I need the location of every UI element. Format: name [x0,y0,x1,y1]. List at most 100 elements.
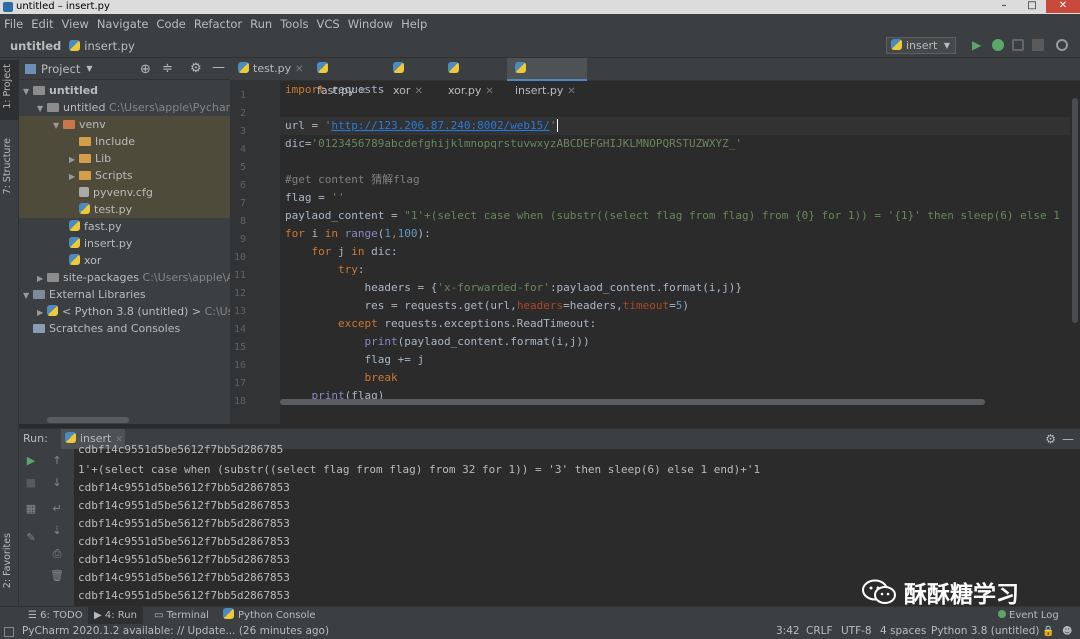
tab-todo[interactable]: ☰ 6: TODO [28,607,83,624]
run-config-select[interactable]: insert ▼ [886,37,956,54]
tree-item-venv[interactable]: ▼ venv [19,116,230,133]
code-line[interactable]: break [285,369,397,387]
menu-help[interactable]: Help [397,17,431,31]
close-icon[interactable]: ✕ [295,64,303,75]
indent-setting[interactable]: 4 spaces [880,624,926,639]
tab-test-py[interactable]: test.py ✕ [230,58,305,81]
tree-item-python-sdk[interactable]: ▶ < Python 3.8 (untitled) > C:\Users [19,303,230,320]
stop-icon[interactable]: ■ [24,476,38,490]
code-line[interactable]: headers = {'x-forwarded-for':paylaod_con… [285,279,742,297]
file-encoding[interactable]: UTF-8 [841,624,872,639]
code-line[interactable]: res = requests.get(url,headers=headers,t… [285,297,689,315]
trash-icon[interactable]: 🗑 [50,569,64,583]
line-separator[interactable]: CRLF [806,624,833,639]
tab-run[interactable]: ▶ 4: Run [88,607,143,624]
tab-terminal[interactable]: ▭ Terminal [154,607,209,624]
breadcrumb-project[interactable]: untitled [10,39,61,53]
gear-icon[interactable]: ⚙ [190,61,202,76]
tab-xor[interactable]: xor ✕ [385,58,437,97]
menu-view[interactable]: View [58,17,93,31]
code-line[interactable]: for j in dic: [285,243,398,261]
editor-horizontal-scrollbar[interactable] [280,399,985,405]
code-line[interactable]: import requests [285,81,384,99]
tab-fast-py[interactable]: fast.py ✕ [309,58,382,97]
menu-vcs[interactable]: VCS [313,17,344,31]
tree-item-pyvenv-cfg[interactable]: pyvenv.cfg [19,184,230,201]
tool-windows-icon[interactable] [4,627,14,637]
search-icon[interactable] [1056,39,1068,51]
python-interpreter[interactable]: Python 3.8 (untitled) [931,624,1039,639]
tree-item-lib[interactable]: ▶ Lib [19,150,230,167]
code-comment[interactable]: #get content 猜解flag [285,171,420,189]
hide-panel-icon[interactable]: — [212,60,225,75]
structure-tool-tab[interactable]: 7: Structure [2,138,13,194]
breadcrumb-file[interactable]: insert.py [69,39,135,53]
locate-icon[interactable]: ⊕ [140,62,151,77]
code-line[interactable]: paylaod_content = "1'+(select case when … [285,207,1075,225]
lock-icon[interactable]: 🔒 [1042,624,1054,639]
code-line[interactable]: print(paylaod_content.format(i,j)) [285,333,589,351]
code-line[interactable]: flag += j [285,351,424,369]
tab-python-console[interactable]: Python Console [223,607,316,624]
code-line[interactable]: for i in range(1,100): [285,225,431,243]
scroll-down-icon[interactable]: ↓ [50,476,64,490]
tree-item-insert-py[interactable]: insert.py [19,235,230,252]
menu-file[interactable]: File [0,17,27,31]
project-panel-title[interactable]: Project [41,62,80,76]
tree-item-include[interactable]: Include [19,133,230,150]
code-line[interactable]: dic='0123456789abcdefghijklmnopqrstuvwxy… [285,135,742,153]
maximize-button[interactable]: □ [1018,0,1046,13]
collapse-all-icon[interactable]: ≑ [162,61,173,76]
tree-item-scripts[interactable]: ▶ Scripts [19,167,230,184]
close-window-button[interactable]: ✕ [1046,0,1080,13]
chevron-down-icon[interactable]: ▼ [86,64,92,73]
code-line[interactable]: flag = '' [285,189,345,207]
debug-icon[interactable] [992,39,1004,51]
tab-event-log[interactable]: Event Log [998,607,1059,624]
code-line[interactable]: except requests.exceptions.ReadTimeout: [285,315,596,333]
menu-tools[interactable]: Tools [276,17,312,31]
tree-item-scratches[interactable]: Scratches and Consoles [19,320,230,337]
layout-icon[interactable]: ▦ [24,502,38,516]
project-tool-tab[interactable]: 1: Project [2,64,13,109]
menu-navigate[interactable]: Navigate [93,17,153,31]
stop-icon[interactable] [1032,39,1044,51]
scroll-up-icon[interactable]: ↑ [50,454,64,468]
tree-item-untitled-root[interactable]: ▼ untitled [19,82,230,99]
menu-run[interactable]: Run [246,17,276,31]
editor-vertical-scrollbar[interactable] [1072,98,1078,323]
status-message[interactable]: PyCharm 2020.1.2 available: // Update...… [22,624,329,639]
tree-item-external-libraries[interactable]: ▼ External Libraries [19,286,230,303]
gear-icon[interactable]: ⚙ [1045,429,1056,449]
tree-item-site-packages[interactable]: ▶ site-packages C:\Users\apple\Ap [19,269,230,286]
coverage-icon[interactable] [1012,39,1024,51]
minimize-button[interactable]: – [990,0,1018,13]
tree-item-test-py[interactable]: test.py [19,201,230,218]
tree-item-xor[interactable]: xor [19,252,230,269]
inspector-icon[interactable]: ☻ [1062,624,1072,639]
close-icon[interactable]: ✕ [414,86,422,97]
pin-icon[interactable]: ✎ [24,531,38,545]
tree-item-fast-py[interactable]: fast.py [19,218,230,235]
soft-wrap-icon[interactable]: ↵ [50,502,64,516]
menu-edit[interactable]: Edit [27,17,57,31]
menu-window[interactable]: Window [344,17,397,31]
code-line[interactable]: try: [285,261,365,279]
caret-position[interactable]: 3:42 [776,624,800,639]
project-horizontal-scrollbar[interactable] [47,417,129,423]
tab-xor-py[interactable]: xor.py ✕ [440,58,508,97]
print-icon[interactable]: ⎙ [50,547,64,561]
close-icon[interactable]: ✕ [485,86,493,97]
hide-panel-icon[interactable]: — [1062,429,1074,449]
scroll-to-end-icon[interactable]: ⇣ [50,524,64,538]
close-icon[interactable]: ✕ [567,86,575,97]
favorites-tool-tab[interactable]: 2: Favorites [2,533,13,588]
url-link[interactable]: http://123.206.87.240:8002/web15/ [331,119,550,132]
tree-item-untitled[interactable]: ▼ untitled C:\Users\apple\Pycharm [19,99,230,116]
tab-insert-py[interactable]: insert.py ✕ [507,58,587,97]
run-icon[interactable]: ▶ [972,39,984,51]
code-line[interactable]: url = 'http://123.206.87.240:8002/web15/… [285,117,558,135]
close-icon[interactable]: ✕ [115,435,123,445]
menu-code[interactable]: Code [152,17,189,31]
menu-refactor[interactable]: Refactor [190,17,246,31]
